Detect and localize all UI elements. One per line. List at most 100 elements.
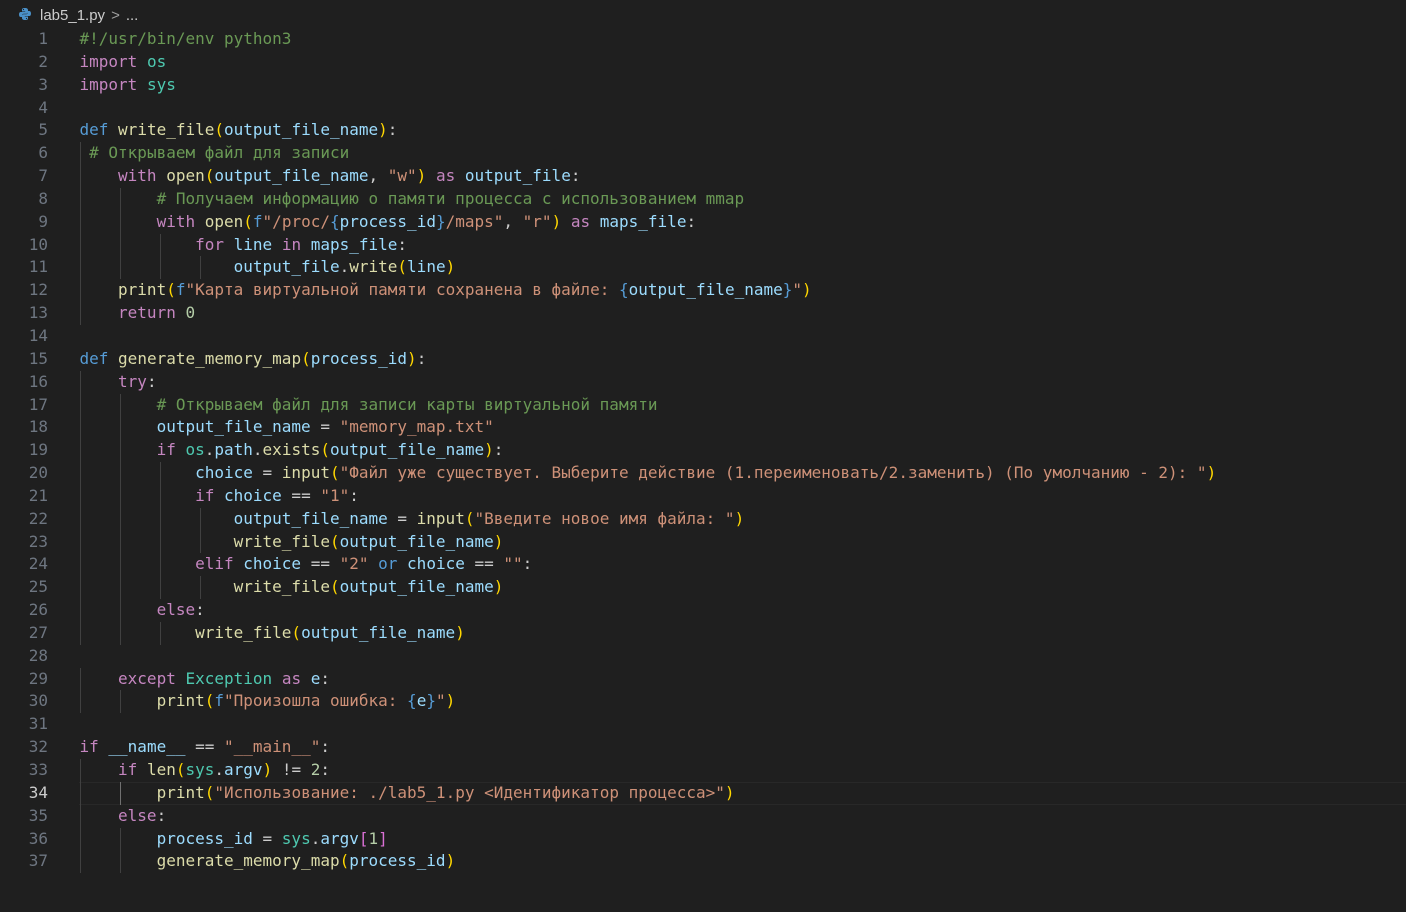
code-text: output_file_name = "memory_map.txt" [80, 416, 494, 439]
code-line[interactable]: 36 process_id = sys.argv[1] [0, 827, 1406, 851]
code-token: : [522, 554, 533, 574]
code-token: ( [320, 440, 330, 460]
code-line[interactable]: 12 print(f"Карта виртуальной памяти сохр… [0, 279, 1406, 303]
code-line[interactable]: 1 #!/usr/bin/env python3 [0, 28, 1406, 51]
code-line[interactable]: 16 try: [0, 370, 1406, 394]
code-line[interactable]: 22 output_file_name = input("Введите нов… [0, 507, 1406, 531]
breadcrumb-more[interactable]: ... [126, 7, 139, 24]
line-number: 27 [28, 622, 48, 642]
code-token: ( [214, 120, 225, 140]
code-line[interactable]: 32 if __name__ == "__main__": [0, 736, 1406, 759]
code-line[interactable]: 6 # Открываем файл для записи [0, 142, 1406, 166]
code-line[interactable]: 10 for line in maps_file: [0, 233, 1406, 257]
code-token: "" [503, 554, 523, 574]
code-text: generate_memory_map(process_id) [80, 850, 456, 873]
code-line[interactable]: 21 if choice == "1": [0, 484, 1406, 508]
code-line[interactable]: 27 write_file(output_file_name) [0, 621, 1406, 645]
code-text: output_file.write(line) [80, 256, 456, 279]
code-token: : [195, 600, 205, 620]
line-number: 17 [28, 394, 48, 414]
line-number: 8 [38, 188, 48, 208]
code-line[interactable]: 33 if len(sys.argv) != 2: [0, 759, 1406, 782]
code-token: open [204, 211, 244, 231]
code-token: = [310, 417, 340, 437]
code-token: sys [281, 828, 311, 848]
code-token: ( [204, 166, 215, 186]
code-token: #!/usr/bin/env python3 [79, 29, 292, 48]
code-line[interactable]: 35 else: [0, 804, 1406, 828]
code-line[interactable]: 18 output_file_name = "memory_map.txt" [0, 416, 1406, 440]
line-number: 28 [28, 645, 48, 665]
chevron-right-icon: > [111, 6, 120, 24]
code-token: ) [1206, 463, 1217, 483]
code-token: as [435, 166, 456, 186]
code-text: except Exception as e: [80, 668, 330, 691]
code-token: try [118, 371, 147, 391]
code-line[interactable]: 30 print(f"Произошла ошибка: {e}") [0, 690, 1406, 714]
code-token: "w" [387, 166, 417, 186]
code-line[interactable]: 28 [0, 645, 1406, 668]
code-token: else [156, 600, 196, 620]
code-line[interactable]: 13 return 0 [0, 302, 1406, 325]
code-line[interactable]: 23 write_file(output_file_name) [0, 530, 1406, 554]
code-text: return 0 [80, 302, 195, 325]
code-token: if [195, 485, 215, 505]
code-token: } [435, 211, 446, 231]
code-token: output_file_name [233, 508, 388, 528]
code-line[interactable]: 29 except Exception as e: [0, 667, 1406, 691]
code-token: ( [204, 691, 215, 711]
code-line[interactable]: 24 elif choice == "2" or choice == "": [0, 553, 1406, 577]
code-line[interactable]: 2 import os [0, 51, 1406, 74]
code-token: os [185, 440, 205, 460]
code-text: elif choice == "2" or choice == "": [80, 553, 533, 576]
code-line[interactable]: 37 generate_memory_map(process_id) [0, 850, 1406, 874]
code-line[interactable]: 31 [0, 713, 1406, 736]
code-line[interactable]: 20 choice = input("Файл уже существует. … [0, 462, 1406, 485]
code-token: write_file [233, 577, 330, 597]
code-token: , [503, 211, 523, 231]
code-line[interactable]: 4 [0, 97, 1406, 120]
code-editor[interactable]: 1 #!/usr/bin/env python3 2 import os 3 import… [0, 28, 1406, 912]
code-line[interactable]: 34 print("Использование: ./lab5_1.py <Ид… [0, 781, 1406, 805]
code-token: output_file [233, 257, 340, 277]
code-token: = [252, 463, 282, 483]
code-line[interactable]: 11 output_file.write(line) [0, 256, 1406, 280]
code-text: def generate_memory_map(process_id): [80, 348, 427, 371]
code-token: len [146, 760, 176, 779]
code-line[interactable]: 14 [0, 325, 1406, 348]
code-line[interactable]: 7 with open(output_file_name, "w") as ou… [0, 165, 1406, 188]
line-number: 15 [28, 348, 48, 368]
code-line[interactable]: 25 write_file(output_file_name) [0, 576, 1406, 600]
code-line[interactable]: 3 import sys [0, 74, 1406, 97]
code-token: except [118, 668, 176, 688]
code-line[interactable]: 5 def write_file(output_file_name): [0, 119, 1406, 142]
code-line[interactable]: 19 if os.path.exists(output_file_name): [0, 439, 1406, 463]
code-token: output_file_name [156, 417, 311, 437]
code-token: ( [329, 531, 340, 551]
code-token: def [79, 348, 109, 368]
code-line[interactable]: 17 # Открываем файл для записи карты вир… [0, 393, 1406, 417]
code-token: ) [445, 691, 456, 711]
code-line[interactable]: 15 def generate_memory_map(process_id): [0, 348, 1406, 371]
line-number: 29 [28, 668, 48, 688]
line-number: 36 [28, 828, 48, 848]
code-text: else: [80, 805, 166, 828]
code-line[interactable]: 8 # Получаем информацию о памяти процесс… [0, 187, 1406, 211]
code-line[interactable]: 9 with open(f"/proc/{process_id}/maps", … [0, 210, 1406, 234]
breadcrumb-file[interactable]: lab5_1.py [40, 7, 105, 24]
code-line[interactable]: 26 else: [0, 599, 1406, 622]
